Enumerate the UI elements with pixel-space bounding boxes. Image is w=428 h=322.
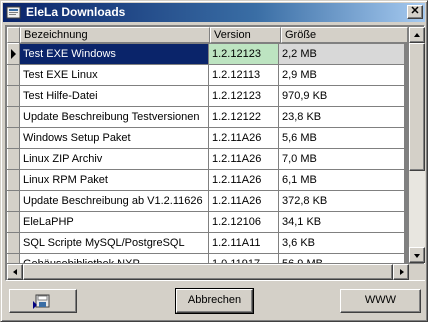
- scroll-right-button[interactable]: [393, 264, 409, 280]
- cell-size[interactable]: 56,9 MB: [278, 253, 405, 263]
- header-indicator-cell: [7, 27, 20, 43]
- cell-version[interactable]: 1.2.11A26: [208, 127, 279, 149]
- row-indicator[interactable]: [7, 43, 20, 65]
- download-button[interactable]: [9, 289, 77, 313]
- title-bar[interactable]: EleLa Downloads ✕: [3, 3, 425, 22]
- scrollbar-corner: [409, 264, 425, 280]
- arrow-left-icon: [13, 269, 17, 275]
- arrow-down-icon: [414, 254, 420, 258]
- row-indicator[interactable]: [7, 64, 20, 86]
- table-row[interactable]: Update Beschreibung ab V1.2.11626 1.2.11A…: [7, 190, 405, 212]
- cell-name[interactable]: Linux ZIP Archiv: [19, 148, 209, 170]
- row-indicator[interactable]: [7, 211, 20, 233]
- cell-size[interactable]: 6,1 MB: [278, 169, 405, 191]
- cell-version[interactable]: 1.2.12113: [208, 64, 279, 86]
- downloads-grid[interactable]: Bezeichnung Version Größe Test EXE Windo…: [5, 25, 425, 281]
- table-row[interactable]: Test EXE Linux 1.2.12113 2,9 MB: [7, 64, 405, 86]
- row-indicator[interactable]: [7, 127, 20, 149]
- cell-name[interactable]: EleLaPHP: [19, 211, 209, 233]
- cancel-button[interactable]: Abbrechen: [175, 288, 254, 314]
- current-row-arrow-icon: [11, 49, 16, 59]
- cell-name[interactable]: Update Beschreibung ab V1.2.11626: [19, 190, 209, 212]
- cell-version[interactable]: 1.2.12122: [208, 106, 279, 128]
- close-icon: ✕: [410, 5, 420, 17]
- cell-name[interactable]: Test EXE Linux: [19, 64, 209, 86]
- downloads-window: EleLa Downloads ✕ Bezeichnung Version Gr…: [0, 0, 428, 322]
- cell-size[interactable]: 970,9 KB: [278, 85, 405, 107]
- cell-version[interactable]: 1.2.12106: [208, 211, 279, 233]
- cell-version[interactable]: 1.2.12123: [208, 85, 279, 107]
- cell-version[interactable]: 1.2.11A26: [208, 148, 279, 170]
- cell-name[interactable]: Update Beschreibung Testversionen: [19, 106, 209, 128]
- scroll-left-button[interactable]: [7, 264, 23, 280]
- cell-size[interactable]: 2,9 MB: [278, 64, 405, 86]
- cell-size[interactable]: 34,1 KB: [278, 211, 405, 233]
- table-row[interactable]: EleLaPHP 1.2.12106 34,1 KB: [7, 211, 405, 233]
- downloads-table: Test EXE Windows 1.2.12123 2,2 MB Test EXE …: [7, 43, 405, 263]
- app-icon: [6, 5, 22, 20]
- table-row[interactable]: Test EXE Windows 1.2.12123 2,2 MB: [7, 43, 405, 65]
- table-row[interactable]: Test Hilfe-Datei 1.2.12123 970,9 KB: [7, 85, 405, 107]
- row-indicator[interactable]: [7, 169, 20, 191]
- arrow-right-icon: [400, 269, 404, 275]
- table-row[interactable]: Linux ZIP Archiv 1.2.11A26 7,0 MB: [7, 148, 405, 170]
- column-header-version[interactable]: Version: [210, 27, 281, 43]
- cell-size[interactable]: 7,0 MB: [278, 148, 405, 170]
- vertical-scrollbar[interactable]: [409, 27, 425, 263]
- table-row[interactable]: Update Beschreibung Testversionen 1.2.121…: [7, 106, 405, 128]
- cell-size[interactable]: 5,6 MB: [278, 127, 405, 149]
- cell-name[interactable]: Linux RPM Paket: [19, 169, 209, 191]
- cell-size[interactable]: 2,2 MB: [278, 43, 405, 65]
- cell-version[interactable]: 1.2.11A26: [208, 169, 279, 191]
- cell-version[interactable]: 1.0.11917: [208, 253, 279, 263]
- cell-version[interactable]: 1.2.11A11: [208, 232, 279, 254]
- row-indicator[interactable]: [7, 232, 20, 254]
- www-button[interactable]: WWW: [340, 289, 421, 313]
- cell-version[interactable]: 1.2.12123: [208, 43, 279, 65]
- table-row[interactable]: Windows Setup Paket 1.2.11A26 5,6 MB: [7, 127, 405, 149]
- window-title: EleLa Downloads: [26, 5, 126, 19]
- column-header-size[interactable]: Größe: [281, 27, 408, 43]
- row-indicator[interactable]: [7, 190, 20, 212]
- row-indicator[interactable]: [7, 148, 20, 170]
- cell-size[interactable]: 372,8 KB: [278, 190, 405, 212]
- table-row[interactable]: Linux RPM Paket 1.2.11A26 6,1 MB: [7, 169, 405, 191]
- cell-version[interactable]: 1.2.11A26: [208, 190, 279, 212]
- scroll-down-button[interactable]: [409, 247, 425, 263]
- close-button[interactable]: ✕: [407, 5, 423, 19]
- row-indicator[interactable]: [7, 106, 20, 128]
- vertical-scroll-thumb[interactable]: [409, 43, 425, 171]
- arrow-up-icon: [414, 33, 420, 37]
- row-indicator[interactable]: [7, 253, 20, 263]
- save-icon: [32, 293, 54, 317]
- cell-name[interactable]: SQL Scripte MySQL/PostgreSQL: [19, 232, 209, 254]
- cell-name[interactable]: Test Hilfe-Datei: [19, 85, 209, 107]
- cell-name[interactable]: Windows Setup Paket: [19, 127, 209, 149]
- column-header-name[interactable]: Bezeichnung: [20, 27, 210, 43]
- scroll-up-button[interactable]: [409, 27, 425, 43]
- cell-name[interactable]: Test EXE Windows: [19, 43, 209, 65]
- horizontal-scroll-thumb[interactable]: [23, 264, 393, 280]
- table-row[interactable]: Gehäusebibliothek NXP1.0.1191756,9 MB: [7, 253, 405, 263]
- horizontal-scrollbar[interactable]: [7, 264, 409, 280]
- cell-size[interactable]: 3,6 KB: [278, 232, 405, 254]
- cell-name[interactable]: Gehäusebibliothek NXP: [19, 253, 209, 263]
- cell-size[interactable]: 23,8 KB: [278, 106, 405, 128]
- table-row[interactable]: SQL Scripte MySQL/PostgreSQL 1.2.11A11 3,6…: [7, 232, 405, 254]
- row-indicator[interactable]: [7, 85, 20, 107]
